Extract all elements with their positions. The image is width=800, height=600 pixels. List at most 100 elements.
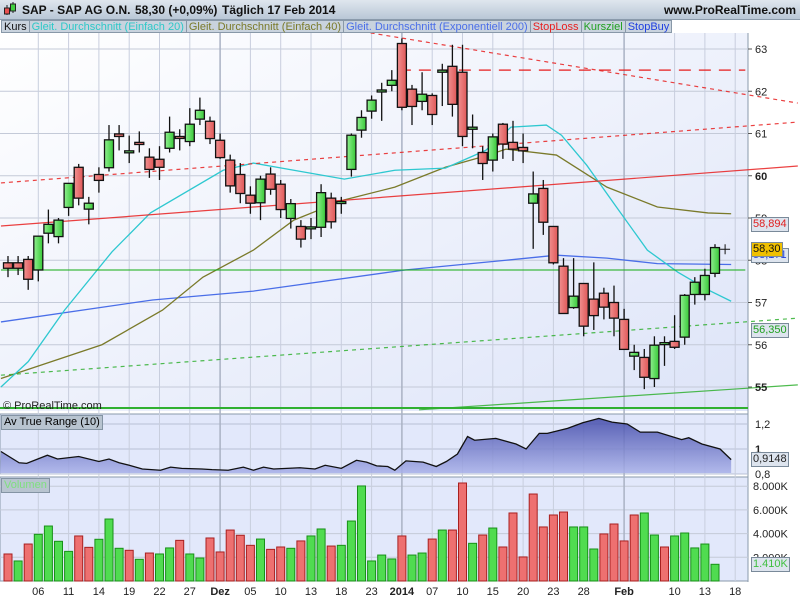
candle-down bbox=[427, 94, 438, 116]
volume-bar bbox=[548, 514, 558, 582]
candle-down bbox=[618, 318, 630, 351]
time-tick-label: Feb bbox=[614, 586, 634, 598]
volume-bar bbox=[205, 537, 215, 582]
volume-bar bbox=[346, 520, 356, 582]
volume-bar bbox=[94, 538, 104, 582]
time-tick-label: 18 bbox=[729, 586, 741, 598]
time-tick-label: 22 bbox=[153, 586, 165, 598]
candle-up bbox=[346, 134, 357, 171]
volume-bar bbox=[33, 533, 43, 582]
legend-item-5[interactable]: Kursziel bbox=[581, 20, 626, 33]
candle-up bbox=[679, 294, 690, 338]
volume-bar bbox=[649, 534, 659, 582]
volume-bar bbox=[710, 563, 720, 582]
candle-up bbox=[336, 200, 347, 205]
volume-bar bbox=[124, 549, 134, 582]
candle-down bbox=[2, 262, 14, 269]
candle-up bbox=[487, 136, 498, 161]
volume-bar bbox=[336, 544, 346, 582]
candle-down bbox=[396, 42, 408, 108]
volume-bar bbox=[175, 539, 185, 582]
candle-down bbox=[538, 187, 549, 223]
candle-down bbox=[113, 133, 125, 138]
volume-bar bbox=[589, 548, 599, 582]
stoploss-price-label: 58,894 bbox=[751, 217, 789, 232]
candle-up bbox=[285, 202, 296, 220]
candle-down bbox=[548, 225, 559, 264]
time-tick-label: 13 bbox=[699, 586, 711, 598]
legend-item-1[interactable]: Gleit. Durchschnitt (Einfach 20) bbox=[29, 20, 187, 33]
volume-bar bbox=[43, 525, 53, 582]
volume-bar bbox=[23, 543, 33, 582]
candle-up bbox=[194, 109, 206, 120]
candle-down bbox=[73, 166, 84, 199]
volume-bar bbox=[437, 529, 447, 582]
legend-item-3[interactable]: Gleit. Durchschnitt (Exponentiell 200) bbox=[344, 20, 531, 33]
candle-down bbox=[93, 173, 105, 182]
candle-down bbox=[134, 141, 145, 146]
volume-bar bbox=[165, 547, 175, 582]
volume-bar bbox=[134, 558, 144, 582]
time-tick-label: 27 bbox=[184, 586, 196, 598]
price-tick-label: 60 bbox=[755, 171, 767, 183]
legend-item-2[interactable]: Gleit. Durchschnitt (Einfach 40) bbox=[186, 20, 345, 33]
volume-bar bbox=[407, 554, 417, 582]
volume-bar bbox=[235, 534, 245, 582]
legend-item-4[interactable]: StopLoss bbox=[530, 20, 582, 33]
candle-up bbox=[63, 182, 74, 209]
volume-bar bbox=[680, 532, 690, 582]
legend-item-0[interactable]: Kurs bbox=[1, 20, 30, 33]
atr-tick-label: 1,2 bbox=[755, 419, 770, 431]
volume-bar bbox=[266, 548, 276, 582]
volume-tick-label: 8.000K bbox=[753, 481, 789, 493]
candle-up bbox=[416, 93, 428, 103]
candle-down bbox=[144, 156, 155, 171]
volume-bar bbox=[660, 546, 669, 582]
time-tick-label: 06 bbox=[32, 586, 44, 598]
volume-bar bbox=[700, 543, 710, 582]
price-tick-label: 63 bbox=[755, 44, 767, 56]
volume-bar bbox=[195, 557, 205, 582]
time-tick-label: 15 bbox=[487, 586, 499, 598]
candle-down bbox=[608, 301, 620, 319]
candle-up bbox=[33, 235, 44, 271]
volume-bar bbox=[508, 512, 518, 582]
time-tick-label: 10 bbox=[668, 586, 680, 598]
legend-item-6[interactable]: StopBuy bbox=[625, 20, 673, 33]
candle-down bbox=[225, 159, 236, 187]
price-chart[interactable]: 6362616059585756551,210,88.000K6.000K4.0… bbox=[0, 0, 800, 600]
candle-up bbox=[649, 344, 660, 380]
volume-bar bbox=[64, 550, 74, 582]
volume-bar bbox=[599, 533, 609, 582]
volume-bar bbox=[225, 529, 235, 582]
volume-bar bbox=[488, 527, 498, 582]
candle-down bbox=[245, 194, 256, 204]
candle-up bbox=[709, 246, 721, 274]
candle-up bbox=[184, 123, 195, 143]
time-tick-label: 23 bbox=[365, 586, 377, 598]
candle-up bbox=[689, 281, 700, 296]
volume-bar bbox=[326, 545, 336, 582]
price-tick-label: 56 bbox=[755, 340, 767, 352]
volume-bar bbox=[458, 482, 467, 582]
volume-value-label: 1.410K bbox=[751, 557, 790, 572]
time-tick-label: 10 bbox=[275, 586, 287, 598]
volume-bar bbox=[569, 526, 579, 582]
time-tick-label: 10 bbox=[456, 586, 468, 598]
volume-bar bbox=[528, 493, 538, 582]
volume-bar bbox=[185, 553, 195, 582]
time-tick-label: 19 bbox=[123, 586, 135, 598]
volume-tick-label: 4.000K bbox=[753, 529, 789, 541]
time-tick-label: 20 bbox=[517, 586, 529, 598]
kursziel-price-label: 56,350 bbox=[751, 323, 789, 338]
volume-bar bbox=[306, 535, 316, 582]
volume-bar bbox=[215, 551, 225, 582]
time-tick-label: 14 bbox=[93, 586, 105, 598]
candle-down bbox=[275, 183, 286, 211]
time-tick-label: 05 bbox=[244, 586, 256, 598]
candle-up bbox=[629, 351, 640, 357]
volume-bar bbox=[559, 511, 568, 582]
candle-up bbox=[315, 191, 327, 228]
volume-bar bbox=[619, 540, 629, 582]
volume-bar bbox=[427, 538, 437, 582]
